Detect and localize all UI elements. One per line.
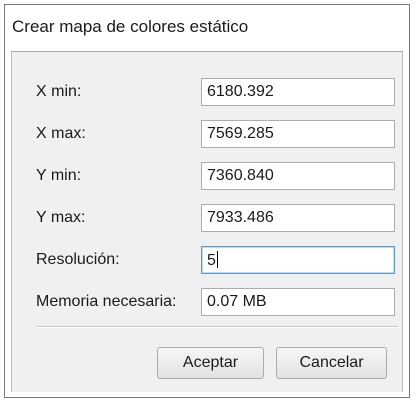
field-row-memory: Memoria necesaria: 0.07 MB — [12, 288, 402, 318]
x-max-label: X max: — [36, 125, 86, 142]
y-max-label: Y max: — [36, 209, 86, 226]
resolution-label: Resolución: — [36, 251, 120, 268]
resolution-value: 5 — [207, 252, 216, 269]
field-row-y-max: Y max: 7933.486 — [12, 204, 402, 234]
field-row-resolution: Resolución: 5 — [12, 246, 402, 276]
field-row-x-min: X min: 6180.392 — [12, 78, 402, 108]
memory-input[interactable]: 0.07 MB — [201, 288, 395, 316]
dialog-body: X min: 6180.392 X max: 7569.285 Y min: 7… — [11, 51, 403, 392]
y-max-input[interactable]: 7933.486 — [201, 204, 395, 232]
y-min-input[interactable]: 7360.840 — [201, 162, 395, 190]
accept-button[interactable]: Aceptar — [157, 347, 264, 379]
x-min-label: X min: — [36, 83, 82, 100]
text-caret — [216, 251, 218, 268]
resolution-input[interactable]: 5 — [201, 246, 395, 274]
dialog-window: Crear mapa de colores estático X min: 61… — [4, 4, 410, 398]
field-row-x-max: X max: 7569.285 — [12, 120, 402, 150]
separator-line — [36, 326, 398, 328]
y-min-label: Y min: — [36, 167, 82, 184]
field-row-y-min: Y min: 7360.840 — [12, 162, 402, 192]
x-max-input[interactable]: 7569.285 — [201, 120, 395, 148]
cancel-button[interactable]: Cancelar — [276, 347, 387, 379]
title-bar[interactable]: Crear mapa de colores estático — [5, 5, 409, 51]
dialog-title: Crear mapa de colores estático — [12, 17, 249, 36]
x-min-input[interactable]: 6180.392 — [201, 78, 395, 106]
memory-label: Memoria necesaria: — [36, 293, 177, 310]
